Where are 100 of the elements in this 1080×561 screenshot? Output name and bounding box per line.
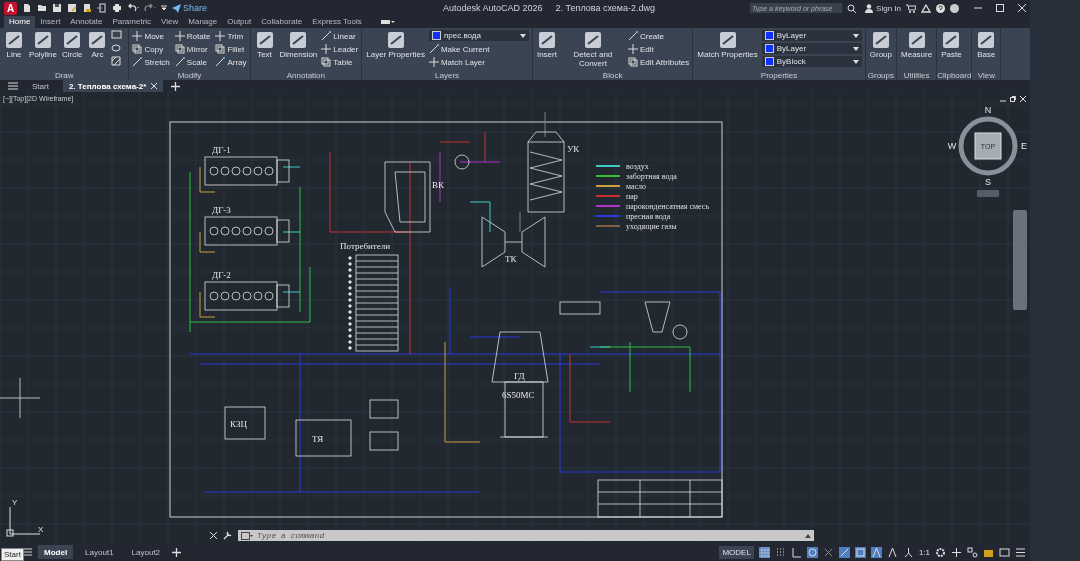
ribbon-tool[interactable]: Rotate [174, 30, 211, 42]
close-icon[interactable] [1018, 4, 1026, 12]
compass-ring[interactable] [958, 116, 1018, 176]
dropdown-field[interactable]: прес.вода [428, 30, 529, 41]
ribbon-button[interactable]: Layer Properties [365, 30, 426, 59]
lineweight-icon[interactable] [838, 546, 850, 558]
compass-direction[interactable]: N [984, 105, 992, 115]
view-cube[interactable] [974, 132, 1002, 160]
ribbon-tab[interactable]: Output [222, 16, 257, 28]
printer-icon[interactable] [112, 3, 122, 13]
ribbon-button[interactable]: Dimension [278, 30, 319, 59]
fullscreen-icon[interactable] [999, 546, 1010, 558]
toggle-icon[interactable] [380, 18, 395, 26]
ribbon-tool[interactable]: Edit Attributes [627, 56, 690, 68]
sign-in-button[interactable]: Sign In [865, 3, 901, 13]
undo-icon[interactable] [127, 3, 139, 13]
app-logo[interactable]: A [4, 1, 17, 15]
ribbon-tab[interactable]: Parametric [107, 16, 157, 28]
ribbon-tool[interactable]: Edit [627, 43, 690, 55]
ribbon-tab[interactable]: Insert [35, 16, 66, 28]
annotation-scale-icon[interactable] [870, 546, 882, 558]
cart-icon[interactable] [906, 3, 916, 13]
space-toggle[interactable]: MODEL [719, 545, 754, 559]
isolate-icon[interactable] [967, 546, 978, 558]
close-icon[interactable] [210, 532, 217, 539]
ribbon-button[interactable]: Group [868, 30, 893, 59]
ribbon-tab[interactable]: Manage [183, 16, 223, 28]
ribbon-tool[interactable]: Fillet [215, 43, 247, 55]
save-icon[interactable] [52, 3, 62, 13]
help-icon[interactable] [936, 3, 945, 13]
ribbon-tool[interactable]: Create [627, 30, 690, 42]
plus-icon[interactable] [951, 546, 962, 558]
layout-tab[interactable]: Layout2 [125, 545, 167, 559]
annotation-scale-menu[interactable]: 1:1 [918, 547, 930, 557]
gear-icon[interactable] [935, 546, 946, 558]
ribbon-button[interactable]: Insert [535, 30, 558, 59]
ribbon-tool[interactable]: Linear [321, 30, 359, 42]
annotation-visibility-icon[interactable] [886, 546, 898, 558]
object-snap-icon[interactable] [822, 546, 834, 558]
triangle-icon[interactable] [921, 3, 931, 13]
panel-title[interactable]: Draw [0, 70, 129, 80]
ribbon-tab[interactable]: Home [4, 16, 36, 28]
close-icon[interactable] [1020, 96, 1026, 102]
wrench-icon[interactable] [223, 531, 232, 540]
ribbon-tool[interactable]: Trim [215, 30, 247, 42]
ribbon-tool[interactable]: Leader [321, 43, 359, 55]
file-tab[interactable]: 2. Теплова схема-2* [62, 80, 164, 92]
snap-icon[interactable] [774, 546, 786, 558]
compass-direction[interactable]: S [985, 177, 991, 187]
ribbon-tool[interactable]: Array [215, 56, 247, 68]
ribbon-button[interactable]: Measure [900, 30, 934, 59]
ribbon-button[interactable]: Text [253, 30, 276, 59]
ribbon-tool[interactable]: Table [321, 56, 359, 68]
compass-direction[interactable]: E [1021, 141, 1027, 151]
ribbon-button[interactable]: Polyline [28, 30, 58, 59]
ribbon-tab[interactable]: Collaborate [256, 16, 308, 28]
ribbon-button[interactable]: Base [975, 30, 998, 59]
ribbon-button[interactable]: Circle [61, 30, 84, 59]
dropdown-field[interactable]: ByLayer [761, 43, 862, 54]
menu-icon[interactable] [1015, 546, 1026, 558]
ribbon-tab[interactable]: Express Tools [307, 16, 367, 28]
folder-icon[interactable] [37, 3, 47, 13]
ribbon-button[interactable]: Match Properties [696, 30, 759, 59]
file-tab[interactable]: Start [26, 80, 55, 92]
polar-icon[interactable] [806, 546, 818, 558]
auto-scale-icon[interactable] [902, 546, 914, 558]
panel-title[interactable]: Clipboard [937, 70, 972, 80]
ribbon-tab[interactable]: Annotate [65, 16, 108, 28]
compass-direction[interactable]: W [947, 141, 957, 151]
ribbon-tool[interactable]: Move [132, 30, 170, 42]
minimize-icon[interactable] [974, 4, 982, 12]
dropdown-field[interactable]: ByBlock [761, 56, 862, 67]
save-as-icon[interactable] [67, 3, 77, 13]
ribbon-tool[interactable]: Copy [132, 43, 170, 55]
ribbon-button[interactable]: Line [3, 30, 25, 59]
plus-icon[interactable] [172, 547, 182, 557]
panel-title[interactable]: Modify [129, 70, 250, 80]
new-file-icon[interactable] [22, 3, 32, 13]
layout-tab[interactable]: Model [38, 545, 74, 559]
ribbon-tool[interactable]: Make Current [428, 43, 529, 55]
ribbon-tool[interactable]: Stretch [132, 56, 170, 68]
search-icon[interactable] [847, 3, 857, 13]
restore-icon[interactable] [1010, 96, 1016, 102]
panel-title[interactable]: Utilities [897, 70, 937, 80]
ribbon-tool[interactable]: Match Layer [428, 56, 529, 68]
transparency-icon[interactable] [854, 546, 866, 558]
redo-icon[interactable] [144, 3, 156, 13]
panel-title[interactable]: Annotation [250, 70, 362, 80]
document-icon[interactable] [82, 3, 92, 13]
panel-title[interactable]: View [972, 70, 1001, 80]
share-button[interactable]: Share [172, 3, 208, 13]
ribbon-tab[interactable]: View [156, 16, 184, 28]
import-icon[interactable] [97, 3, 107, 13]
ortho-icon[interactable] [790, 546, 802, 558]
plus-icon[interactable] [171, 81, 181, 91]
panel-title[interactable]: Layers [362, 70, 532, 80]
close-icon[interactable] [151, 83, 158, 89]
dropdown-field[interactable]: ByLayer [761, 30, 862, 41]
dropdown-caret-icon[interactable] [161, 3, 167, 13]
maximize-icon[interactable] [996, 4, 1004, 12]
